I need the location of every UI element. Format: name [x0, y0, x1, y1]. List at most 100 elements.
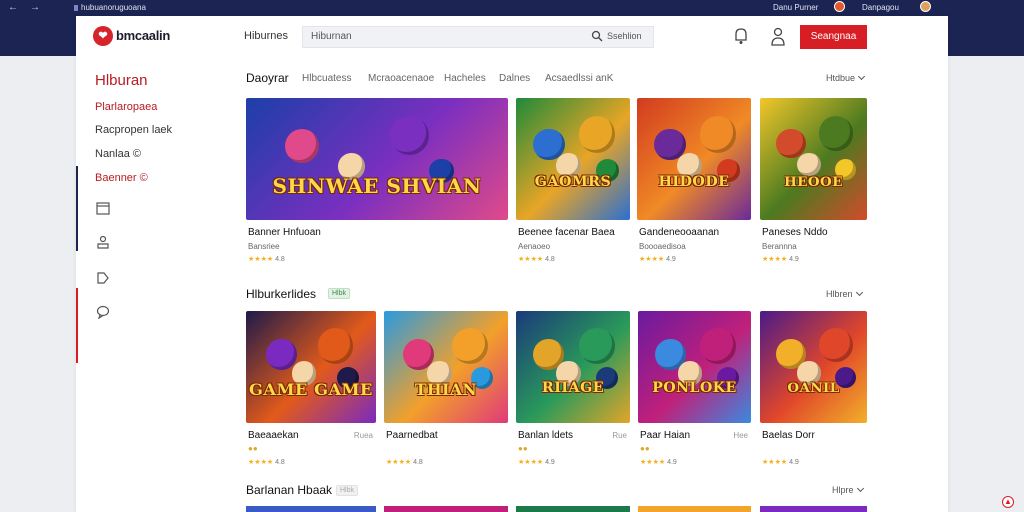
account-label[interactable]: Danu Purner	[773, 3, 818, 12]
game-thumbnail[interactable]: SHNWAE SHVIAN	[246, 98, 508, 220]
section3-badge: Hlbk	[336, 485, 359, 496]
rating: ★★★★ 4.9	[762, 458, 799, 466]
user-label[interactable]: Danpagou	[862, 3, 899, 12]
game-title[interactable]: Baelas Dorr	[762, 430, 815, 441]
logo-icon[interactable]: ❤	[93, 26, 113, 46]
character-art	[818, 116, 854, 151]
game-thumbnail-peek[interactable]	[246, 506, 376, 512]
game-subtitle: Boooaedisoa	[639, 242, 686, 251]
game-title[interactable]: Beenee facenar Baea	[518, 227, 615, 238]
game-thumbnail[interactable]: HEOOE	[760, 98, 867, 220]
section3-more[interactable]: Hlpre	[832, 484, 864, 495]
section2-badge: Hlbk	[328, 288, 351, 299]
game-thumbnail[interactable]: OANIL	[760, 311, 867, 423]
rating: ★★★★ 4.9	[640, 458, 677, 466]
cta-button[interactable]: Seangnaa	[800, 25, 867, 49]
nav-label[interactable]: Hiburnes	[244, 30, 288, 42]
rating-value: 4.8	[543, 256, 555, 263]
account-avatar[interactable]	[834, 1, 845, 12]
tab-5[interactable]: Acsaedlssi anK	[545, 73, 613, 84]
game-title[interactable]: Paar Haian	[640, 430, 690, 441]
game-thumbnail-peek[interactable]	[760, 506, 867, 512]
tab-3[interactable]: Hacheles	[444, 73, 486, 84]
user-icon[interactable]	[770, 26, 786, 48]
sidebar-accent-indicator	[76, 288, 78, 363]
rating-value: 4.8	[273, 459, 285, 466]
game-title[interactable]: Baeaaekan	[248, 430, 299, 441]
game-thumbnail[interactable]: PONLOKE	[638, 311, 751, 423]
section1-more-label: Htdbue	[826, 73, 856, 83]
lock-icon	[74, 4, 78, 11]
game-logo-text: GAOMRS	[534, 173, 612, 190]
game-title[interactable]: Banner Hnfuoan	[248, 227, 321, 238]
rating-value: 4.9	[543, 459, 555, 466]
game-logo-text: THIAN	[414, 380, 478, 400]
rating: ★★★★ 4.8	[248, 255, 285, 263]
search-icon[interactable]	[591, 30, 603, 42]
section2-more-label: Hlbren	[826, 289, 853, 299]
game-card[interactable]: PONLOKE Paar Haian Hee ●● ★★★★ 4.9	[638, 311, 751, 473]
game-thumbnail[interactable]: THIAN	[384, 311, 508, 423]
section3-title: Barlanan Hbaak	[246, 483, 333, 497]
tab-1[interactable]: Hlbcuatess	[302, 73, 351, 84]
url-bar[interactable]: hubuanoruguoana	[74, 3, 146, 12]
sidebar-item-3[interactable]: Nanlaa ©	[95, 148, 141, 160]
game-logo-text: RIIAGE	[541, 380, 605, 397]
back-icon[interactable]: ←	[8, 2, 18, 13]
chevron-down-icon	[856, 484, 864, 493]
tab-2[interactable]: Mcraoacenaoe	[368, 73, 434, 84]
game-thumbnail[interactable]: GAOMRS	[516, 98, 630, 220]
character-art	[285, 128, 320, 163]
forward-icon[interactable]: →	[30, 2, 40, 13]
notification-icon[interactable]	[733, 27, 749, 45]
folder-icon[interactable]	[96, 201, 110, 215]
rating: ★★★★ 4.8	[518, 255, 555, 263]
game-thumbnail-peek[interactable]	[516, 506, 630, 512]
sidebar-item-1[interactable]: Plarlaropaea	[95, 101, 157, 113]
person-icon[interactable]	[96, 235, 110, 249]
game-card[interactable]: GAME GAME Baeaaekan Ruea ●● ★★★★ 4.8	[246, 311, 376, 473]
section1-title: Daoyrar	[246, 71, 289, 85]
game-thumbnail-peek[interactable]	[638, 506, 751, 512]
character-art	[578, 327, 615, 364]
game-title[interactable]: Paarnedbat	[386, 430, 438, 441]
game-thumbnail[interactable]: GAME GAME	[246, 311, 376, 423]
logo-text[interactable]: bmcaalin	[116, 28, 170, 43]
game-card[interactable]: HEOOE Paneses Nddo Berannna ★★★★ 4.9	[760, 98, 867, 270]
character-art	[818, 327, 854, 363]
rating: ★★★★ 4.9	[518, 458, 555, 466]
section1-more[interactable]: Htdbue	[826, 72, 866, 83]
search-hint: Ssehlion	[607, 31, 642, 41]
game-card[interactable]: GAOMRS Beenee facenar Baea Aenaoeo ★★★★ 4.8	[516, 98, 630, 270]
game-title[interactable]: Paneses Nddo	[762, 227, 828, 238]
game-card[interactable]: HIDODE Gandeneooaanan Boooaedisoa ★★★★ 4.9	[637, 98, 751, 270]
game-thumbnail[interactable]: HIDODE	[637, 98, 751, 220]
sidebar-item-2[interactable]: Racpropen laek	[95, 124, 172, 136]
user-avatar[interactable]	[920, 1, 931, 12]
rating-value: 4.9	[664, 256, 676, 263]
game-card[interactable]: OANIL Baelas Dorr ★★★★ 4.9	[760, 311, 867, 473]
scroll-top-button[interactable]: ▲	[1002, 496, 1014, 508]
game-title[interactable]: Gandeneooaanan	[639, 227, 719, 238]
chat-icon[interactable]	[96, 305, 110, 319]
rating: ★★★★ 4.9	[639, 255, 676, 263]
meta-dots: ●●	[518, 444, 528, 453]
tab-4[interactable]: Dalnes	[499, 73, 530, 84]
tag-icon[interactable]	[96, 271, 110, 285]
game-card[interactable]: SHNWAE SHVIAN Banner Hnfuoan Bansriee ★★★★ …	[246, 98, 508, 270]
game-logo-text: SHNWAE SHVIAN	[272, 173, 482, 198]
game-title[interactable]: Banlan ldets	[518, 430, 573, 441]
game-subtitle: Aenaoeo	[518, 242, 551, 251]
game-thumbnail[interactable]: RIIAGE	[516, 311, 630, 423]
game-logo-text: PONLOKE	[652, 380, 737, 397]
game-logo-text: HEOOE	[784, 173, 843, 190]
section2-title: Hlburkerlides	[246, 287, 317, 301]
game-card[interactable]: RIIAGE Banlan ldets Rue ●● ★★★★ 4.9	[516, 311, 630, 473]
sidebar-item-4[interactable]: Baenner ©	[95, 172, 148, 184]
game-card[interactable]: THIAN Paarnedbat ★★★★ 4.8	[384, 311, 508, 473]
character-art	[699, 116, 737, 153]
search-input[interactable]: Hiburnan Ssehlion	[302, 26, 654, 48]
game-thumbnail-peek[interactable]	[384, 506, 508, 512]
game-logo-text: OANIL	[787, 380, 840, 397]
section2-more[interactable]: Hlbren	[826, 288, 863, 299]
